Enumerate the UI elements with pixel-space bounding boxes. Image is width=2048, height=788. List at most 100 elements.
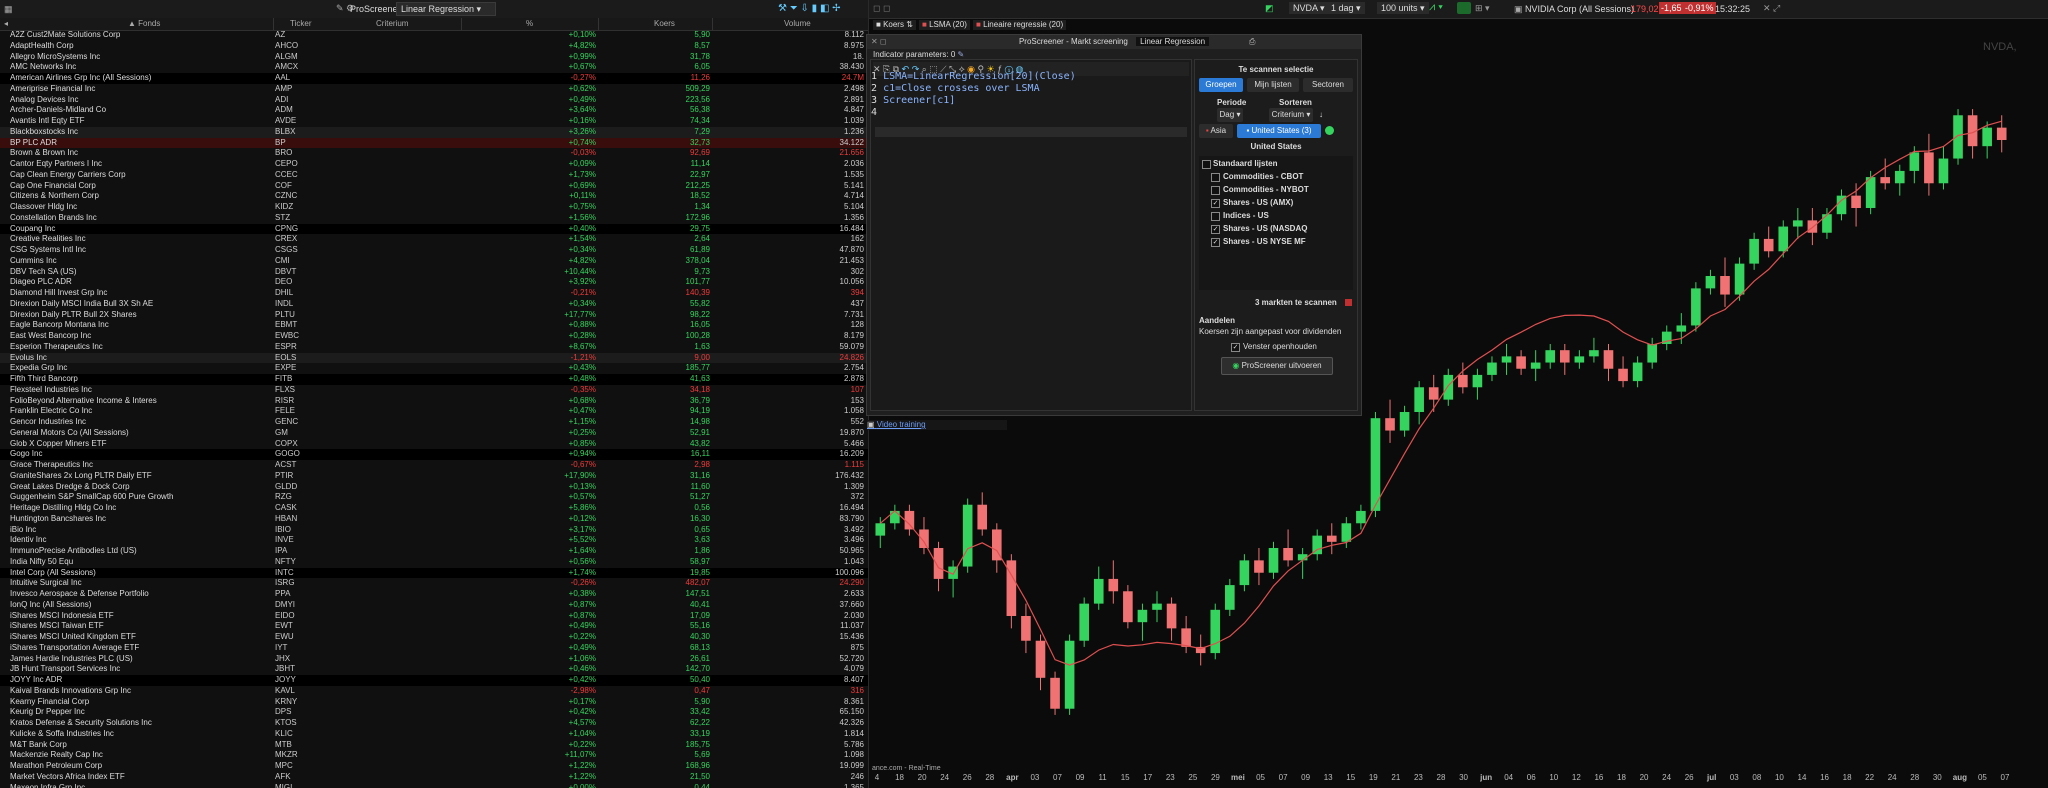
table-row[interactable]: Diageo PLC ADR DEO +3,92% 101,77 10.056	[0, 277, 868, 288]
tab-koers[interactable]: ■ Koers ⇅	[873, 20, 916, 30]
table-row[interactable]: Direxion Daily MSCI India Bull 3X Sh AE I…	[0, 299, 868, 310]
toolbar-action-icons[interactable]: ⚒ ⏷ ⇩ ▮ ◧ ✢	[778, 3, 841, 14]
table-row[interactable]: M&T Bank Corp MTB +0,22% 185,75 5.786	[0, 740, 868, 751]
units-select[interactable]: 100 units ▾	[1377, 2, 1429, 14]
table-row[interactable]: Heritage Distilling Hldg Co Inc CASK +5,86…	[0, 503, 868, 514]
table-row[interactable]: Evolus Inc EOLS -1,21% 9,00 24.826	[0, 352, 868, 364]
table-row[interactable]: iShares MSCI Taiwan ETF EWT +0,49% 55,16 11.…	[0, 621, 868, 632]
table-row[interactable]: Ameriprise Financial Inc AMP +0,62% 509,29 2…	[0, 84, 868, 95]
region-asia[interactable]: ▪ Asia	[1199, 124, 1233, 138]
market-checkbox[interactable]	[1211, 186, 1220, 195]
window-controls-icon[interactable]: ◻ ◻	[873, 3, 890, 14]
market-checkbox[interactable]	[1211, 173, 1220, 182]
table-row[interactable]: Creative Realities Inc CREX +1,54% 2,64 162	[0, 234, 868, 245]
clear-markets-icon[interactable]	[1345, 299, 1352, 306]
table-row[interactable]: Classover Hldg Inc KIDZ +0,75% 1,34 5.104	[0, 202, 868, 213]
table-row[interactable]: Gogo Inc GOGO +0,94% 16,11 16.209	[0, 449, 868, 460]
video-training-link[interactable]: ▣ Video training	[867, 420, 1007, 430]
table-row[interactable]: JOYY Inc ADR JOYY +0,42% 50,40 8.407	[0, 675, 868, 686]
table-row[interactable]: Brown & Brown Inc BRO -0,03% 92,69 21.656	[0, 148, 868, 159]
screener-select[interactable]: Linear Regression ▾	[396, 2, 497, 16]
table-row[interactable]: Intuitive Surgical Inc ISRG -0,26% 482,07 24…	[0, 578, 868, 589]
table-row[interactable]: Coupang Inc CPNG +0,40% 29,75 16.484	[0, 223, 868, 235]
table-row[interactable]: Citizens & Northern Corp CZNC +0,11% 18,52 4…	[0, 191, 868, 202]
table-row[interactable]: iBio Inc IBIO +3,17% 0,65 3.492	[0, 525, 868, 536]
save-icon[interactable]: ⎙	[1249, 35, 1255, 49]
table-row[interactable]: Blackboxstocks Inc BLBX +3,26% 7,29 1.236	[0, 126, 868, 138]
region-us[interactable]: ▪ United States (3)	[1237, 124, 1321, 138]
table-row[interactable]: Cummins Inc CMI +4,82% 378,04 21.453	[0, 256, 868, 267]
table-row[interactable]: FolioBeyond Alternative Income & Interes…	[0, 396, 868, 407]
table-row[interactable]: Gencor Industries Inc GENC +1,15% 14,98 552	[0, 417, 868, 428]
indicator-params[interactable]: Indicator parameters: 0 ✎	[873, 50, 964, 59]
table-row[interactable]: iShares Transportation Average ETF IYT +0,…	[0, 643, 868, 654]
table-row[interactable]: Glob X Copper Miners ETF COPX +0,85% 43,82 5…	[0, 439, 868, 450]
table-row[interactable]: Avantis Intl Eqty ETF AVDE +0,16% 74,34 1.03…	[0, 116, 868, 127]
sort-select[interactable]: Criterium ▾	[1269, 108, 1313, 122]
table-row[interactable]: IonQ Inc (All Sessions) DMYI +0,87% 40,41 37…	[0, 600, 868, 611]
table-row[interactable]: ImmunoPrecise Antibodies Ltd (US) IPA +1,6…	[0, 546, 868, 557]
table-row[interactable]: India Nifty 50 Equ NFTY +0,56% 58,97 1.043	[0, 557, 868, 568]
table-row[interactable]: Expedia Grp Inc EXPE +0,43% 185,77 2.754	[0, 363, 868, 374]
table-row[interactable]: Identiv Inc INVE +5,52% 3,63 3.496	[0, 535, 868, 546]
table-row[interactable]: CSG Systems Intl Inc CSGS +0,34% 61,89 47.87…	[0, 245, 868, 256]
table-row[interactable]: Kratos Defense & Security Solutions Inc K…	[0, 718, 868, 729]
table-row[interactable]: Huntington Bancshares Inc HBAN +0,12% 16,30…	[0, 514, 868, 525]
sort-direction-icon[interactable]: ↓	[1319, 110, 1323, 119]
chart-small-icons[interactable]: ⊞ ▾	[1475, 3, 1490, 14]
table-row[interactable]: Keurig Dr Pepper Inc DPS +0,42% 33,42 65.150	[0, 707, 868, 718]
table-row[interactable]: iShares MSCI Indonesia ETF EIDO +0,87% 17,0…	[0, 611, 868, 622]
table-row[interactable]: Flexsteel Industries Inc FLXS -0,35% 34,18 1…	[0, 385, 868, 396]
table-row[interactable]: Analog Devices Inc ADI +0,49% 223,56 2.891	[0, 95, 868, 106]
table-row[interactable]: AdaptHealth Corp AHCO +4,82% 8,57 8.975	[0, 41, 868, 52]
table-row[interactable]: Cap One Financial Corp COF +0,69% 212,25 5.1…	[0, 181, 868, 192]
col-ticker[interactable]: Ticker	[290, 18, 311, 30]
table-row[interactable]: DBV Tech SA (US) DBVT +10,44% 9,73 302	[0, 267, 868, 278]
table-row[interactable]: Cap Clean Energy Carriers Corp CCEC +1,73%…	[0, 170, 868, 181]
col-price[interactable]: Koers	[654, 18, 675, 30]
chart-style-button[interactable]	[1457, 2, 1471, 14]
table-row[interactable]: BP PLC ADR BP +0,74% 32,73 34.122	[0, 137, 868, 149]
table-row[interactable]: Kearny Financial Corp KRNY +0,17% 5,90 8.361	[0, 697, 868, 708]
dialog-titlebar[interactable]: ✕ ◻ ProScreener - Markt screening Linear…	[867, 35, 1361, 49]
chart-type-icon[interactable]: ⩘ ▾	[1429, 1, 1443, 14]
chart-indicator-icon[interactable]: ◩	[1265, 3, 1274, 14]
symbol-select[interactable]: NVDA ▾	[1289, 2, 1329, 14]
standard-lists-checkbox[interactable]	[1202, 160, 1211, 169]
table-row[interactable]: Great Lakes Dredge & Dock Corp GLDD +0,13%…	[0, 482, 868, 493]
col-criterium[interactable]: Criterium	[376, 18, 408, 30]
table-row[interactable]: Direxion Daily PLTR Bull 2X Shares PLTU +1…	[0, 310, 868, 321]
table-row[interactable]: Market Vectors Africa Index ETF AFK +1,22%…	[0, 772, 868, 783]
table-row[interactable]: Cantor Eqty Partners I Inc CEPO +0,09% 11,1…	[0, 159, 868, 170]
table-row[interactable]: Diamond Hill Invest Grp Inc DHIL -0,21% 140…	[0, 288, 868, 299]
table-row[interactable]: James Hardie Industries PLC (US) JHX +1,06…	[0, 654, 868, 665]
table-row[interactable]: A2Z Cust2Mate Solutions Corp AZ +0,10% 5,90…	[0, 30, 868, 41]
col-volume[interactable]: Volume	[784, 18, 811, 30]
table-row[interactable]: Intel Corp (All Sessions) INTC +1,74% 19,85…	[0, 567, 868, 579]
close-icon[interactable]: ✕ ◻	[871, 35, 887, 49]
edit-params-icon[interactable]: ✎	[958, 50, 965, 59]
market-checkbox[interactable]: ✓	[1211, 225, 1220, 234]
code-line[interactable]: 1 LSMA=LinearRegression[20](Close)	[871, 71, 1181, 83]
table-row[interactable]: Constellation Brands Inc STZ +1,56% 172,96 1…	[0, 213, 868, 224]
table-row[interactable]: Allegro MicroSystems Inc ALGM +0,99% 31,78 1…	[0, 52, 868, 63]
table-row[interactable]: East West Bancorp Inc EWBC +0,28% 100,28 8.1…	[0, 331, 868, 342]
add-region-icon[interactable]	[1325, 126, 1334, 135]
tab-groups[interactable]: Groepen	[1199, 78, 1243, 92]
keep-open-checkbox[interactable]: ✓	[1231, 343, 1240, 352]
market-checkbox[interactable]: ✓	[1211, 199, 1220, 208]
code-line[interactable]: 2 c1=Close crosses over LSMA	[871, 83, 1181, 95]
tab-sectors[interactable]: Sectoren	[1303, 78, 1353, 92]
expand-icon[interactable]: ◂	[4, 18, 8, 30]
toolbar-right-icons[interactable]: ✕ ⤢	[1763, 3, 1780, 14]
code-line[interactable]: 3 Screener[c1]	[871, 95, 1181, 107]
table-row[interactable]: Guggenheim S&P SmallCap 600 Pure Growth R…	[0, 492, 868, 503]
table-row[interactable]: Fifth Third Bancorp FITB +0,48% 41,63 2.878	[0, 374, 868, 385]
tab-linreg[interactable]: ■ Lineaire regressie (20)	[973, 20, 1067, 30]
period-select[interactable]: Dag ▾	[1217, 108, 1243, 122]
table-row[interactable]: AMC Networks Inc AMCX +0,67% 6,05 38.430	[0, 62, 868, 73]
table-row[interactable]: Archer-Daniels-Midland Co ADM +3,64% 56,38 4…	[0, 105, 868, 116]
tab-lsma[interactable]: ■ LSMA (20)	[919, 20, 970, 30]
run-screener-button[interactable]: ◉ ProScreener uitvoeren	[1221, 357, 1333, 375]
table-row[interactable]: Kaival Brands Innovations Grp Inc KAVL -2,…	[0, 686, 868, 697]
